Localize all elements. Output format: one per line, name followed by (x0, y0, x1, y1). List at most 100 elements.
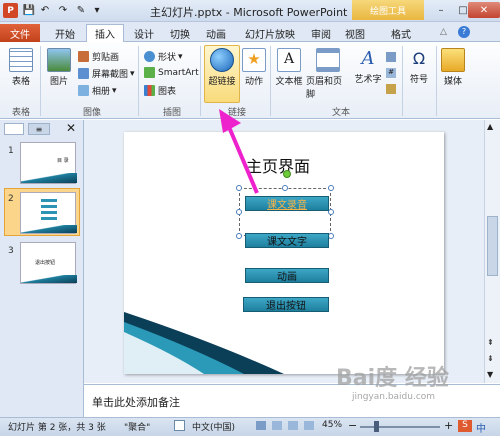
symbol-label: 符号 (409, 75, 428, 85)
shapes-icon (144, 51, 155, 62)
media-icon (441, 48, 465, 72)
screenshot-icon (78, 68, 89, 79)
slideshow-view-icon[interactable] (304, 421, 314, 430)
chart-button[interactable]: 图表 (144, 84, 176, 97)
zoom-in-icon[interactable]: + (444, 419, 453, 432)
scroll-up-icon[interactable]: ▲ (487, 122, 493, 131)
clip-art-icon (78, 51, 89, 62)
slides-tab[interactable] (4, 123, 24, 135)
slide-button-text[interactable]: 课文文字 (245, 233, 329, 248)
omega-icon: Ω (412, 49, 426, 68)
media-button[interactable]: 媒体 (440, 48, 466, 87)
scroll-up-page-icon[interactable]: ⇞ (487, 338, 494, 347)
minimize-ribbon-icon[interactable]: △ (440, 27, 447, 37)
tab-file[interactable]: 文件 (0, 24, 40, 42)
hyperlink-label: 超链接 (208, 77, 236, 87)
table-button[interactable]: 表格 (6, 48, 36, 87)
zoom-out-icon[interactable]: − (348, 419, 357, 432)
slide-button-exit[interactable]: 退出按钮 (243, 297, 329, 312)
hyperlink-button-content[interactable]: 超链接 (205, 48, 239, 87)
action-button[interactable]: ★ 动作 (241, 48, 267, 87)
slide-thumbnail-3[interactable]: 退出按钮 (20, 242, 77, 284)
notes-placeholder[interactable]: 单击此处添加备注 (92, 394, 180, 410)
slide-button-animation[interactable]: 动画 (245, 268, 329, 283)
ime-chinese-icon[interactable]: 中 (476, 420, 486, 435)
date-time-icon[interactable] (386, 52, 396, 62)
smartart-button[interactable]: SmartArt (144, 67, 199, 78)
textbox-button[interactable]: A 文本框 (274, 48, 304, 87)
undo-icon[interactable]: ↶ (38, 3, 52, 17)
zoom-level[interactable]: 45% (322, 420, 342, 430)
format-painter-icon[interactable]: ✎ (74, 3, 88, 17)
spell-check-icon[interactable] (174, 420, 185, 431)
customize-quick-access-icon[interactable]: ▾ (90, 3, 104, 17)
group-label-text: 文本 (331, 108, 350, 118)
photo-album-button[interactable]: 相册 ▾ (78, 84, 117, 97)
tab-review[interactable]: 审阅 (306, 25, 336, 41)
tab-slideshow[interactable]: 幻灯片放映 (238, 25, 302, 41)
thumb-button (41, 199, 57, 202)
scroll-thumb[interactable] (487, 216, 498, 276)
slide-number-2: 2 (8, 194, 14, 204)
language-indicator[interactable]: 中文(中国) (192, 420, 235, 433)
slide-number-1: 1 (8, 146, 14, 156)
powerpoint-logo-icon[interactable]: P (3, 3, 18, 18)
object-icon[interactable] (386, 84, 396, 94)
redo-icon[interactable]: ↷ (56, 3, 70, 17)
shapes-button[interactable]: 形状 ▾ (144, 50, 183, 63)
tab-animations[interactable]: 动画 (200, 25, 232, 41)
theme-name[interactable]: "聚合" (124, 420, 150, 433)
slide-sorter-icon[interactable] (272, 421, 282, 430)
tab-format[interactable]: 格式 (384, 25, 418, 41)
table-icon (9, 48, 33, 72)
zoom-slider-thumb[interactable] (374, 421, 380, 432)
thumb-decoration (21, 173, 77, 183)
baidu-watermark-url: jingyan.baidu.com (352, 392, 436, 402)
zoom-slider[interactable] (360, 426, 440, 428)
tab-home[interactable]: 开始 (48, 25, 82, 41)
thumb1-text: 目 录 (57, 158, 69, 164)
close-panel-icon[interactable]: ✕ (66, 121, 76, 135)
resize-handle[interactable] (328, 185, 334, 191)
slide-thumbnail-2[interactable] (20, 192, 77, 234)
resize-handle[interactable] (282, 185, 288, 191)
wordart-label: 艺术字 (354, 75, 382, 85)
drawing-tools-label: 绘图工具 (352, 0, 424, 20)
clip-art-button[interactable]: 剪贴画 (78, 50, 119, 63)
picture-button[interactable]: 图片 (44, 48, 74, 87)
header-footer-button[interactable]: 页眉和页脚 (306, 48, 350, 100)
save-icon[interactable]: 💾 (22, 3, 36, 17)
tab-design[interactable]: 设计 (128, 25, 160, 41)
help-icon[interactable]: ? (458, 26, 470, 38)
group-divider (40, 46, 41, 116)
slide-number-icon[interactable]: # (386, 68, 396, 78)
tab-insert[interactable]: 插入 (86, 24, 124, 42)
reading-view-icon[interactable] (288, 421, 298, 430)
vertical-scrollbar[interactable]: ▲ ⇞ ⇟ ▼ (484, 120, 500, 383)
picture-icon (47, 48, 71, 72)
ime-icon[interactable]: S (458, 420, 472, 432)
symbol-button[interactable]: Ω 符号 (406, 48, 432, 85)
close-button[interactable]: ✕ (468, 2, 500, 18)
header-footer-label: 页眉和页脚 (306, 77, 343, 100)
minimize-button[interactable]: – (430, 2, 452, 18)
scroll-down-icon[interactable]: ▼ (487, 370, 493, 379)
header-footer-icon (316, 48, 340, 72)
rotation-handle[interactable] (283, 170, 291, 178)
thumb-decoration (21, 225, 77, 233)
tab-transitions[interactable]: 切换 (164, 25, 196, 41)
group-label-images: 图像 (82, 108, 101, 118)
wordart-button[interactable]: A 艺术字 (352, 48, 384, 85)
slide-thumbnail-1[interactable]: 目 录 (20, 142, 77, 184)
chart-label: 图表 (158, 87, 177, 97)
tab-view[interactable]: 视图 (340, 25, 370, 41)
scroll-down-page-icon[interactable]: ⇟ (487, 354, 494, 363)
outline-tab[interactable]: ≡ (28, 123, 50, 135)
photo-album-icon (78, 85, 89, 96)
globe-icon (210, 48, 234, 72)
resize-handle[interactable] (236, 209, 242, 215)
normal-view-icon[interactable] (256, 421, 266, 430)
screenshot-button[interactable]: 屏幕截图 ▾ (78, 67, 135, 80)
screenshot-label: 屏幕截图 (92, 70, 129, 80)
resize-handle[interactable] (236, 233, 242, 239)
